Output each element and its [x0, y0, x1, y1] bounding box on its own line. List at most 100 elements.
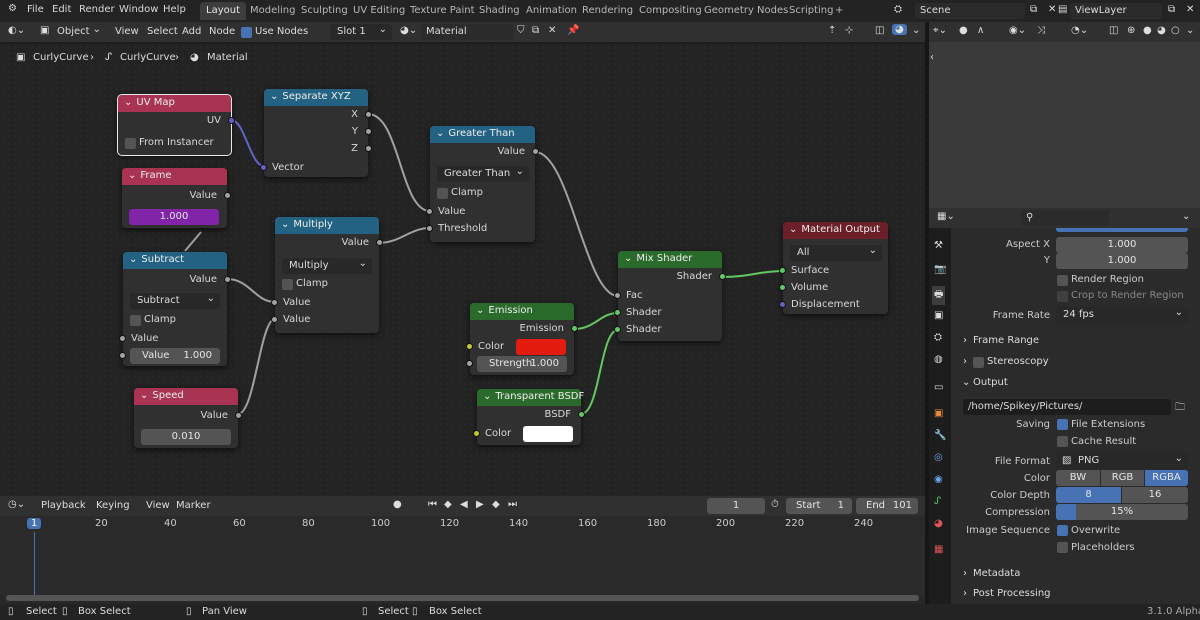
collapse-icon[interactable]: ⌄ — [483, 391, 491, 402]
menu-render[interactable]: Render — [79, 4, 115, 15]
collapse-icon[interactable]: ⌄ — [270, 91, 278, 102]
post-processing-chevron-icon[interactable]: › — [963, 588, 967, 599]
copy-viewlayer-icon[interactable]: ⧉ — [1168, 4, 1175, 15]
node-transparent-bsdf[interactable]: ⌄ Transparent BSDF BSDF Color — [473, 389, 585, 445]
aspect-x-field[interactable]: 1.000 — [1056, 237, 1188, 253]
material-shading-icon[interactable]: ◕ — [1157, 25, 1166, 36]
cache-result-checkbox[interactable] — [1057, 436, 1068, 447]
start-frame-field[interactable]: Start 1 — [786, 498, 852, 514]
color-bw-button[interactable]: BW — [1056, 470, 1100, 486]
input-socket-value-1[interactable] — [271, 299, 278, 306]
prev-keyframe-icon[interactable]: ◆ — [444, 499, 452, 510]
solid-shading-icon[interactable]: ● — [1143, 25, 1152, 36]
xray-icon[interactable]: ◫ — [1109, 25, 1118, 36]
editor-type-icon[interactable]: ▦⌄ — [937, 211, 955, 222]
close-viewlayer-icon[interactable]: ✕ — [1186, 4, 1194, 15]
current-frame-field[interactable]: 1 — [707, 498, 765, 514]
timeline-body[interactable] — [0, 532, 925, 596]
material-name-field[interactable]: Material — [421, 24, 513, 40]
node-subtract[interactable]: ⌄ Subtract Value Subtract Clamp Value Val… — [119, 252, 231, 366]
output-chevron-icon[interactable]: ⌄ — [962, 377, 970, 388]
node-material-output-header[interactable]: ⌄ Material Output — [783, 222, 888, 239]
output-tab-icon[interactable]: 🖶 — [932, 286, 946, 305]
output-socket-value[interactable] — [235, 412, 242, 419]
crop-region-checkbox[interactable] — [1057, 291, 1068, 302]
input-socket-displacement[interactable] — [779, 301, 786, 308]
output-socket-value[interactable] — [224, 276, 231, 283]
options-dropdown-icon[interactable]: ⌄ — [1182, 211, 1190, 222]
scene-icon[interactable]: ⛭ — [894, 4, 902, 15]
emission-color-swatch[interactable] — [516, 339, 566, 355]
blender-logo-icon[interactable]: ⚙ — [8, 3, 17, 14]
copy-scene-icon[interactable]: ⧉ — [1030, 4, 1037, 15]
menu-view[interactable]: View — [146, 500, 170, 511]
output-socket-bsdf[interactable] — [578, 411, 585, 418]
output-socket-x[interactable] — [365, 111, 372, 118]
node-subtract-header[interactable]: ⌄ Subtract — [123, 252, 227, 269]
stereoscopy-chevron-icon[interactable]: › — [963, 356, 967, 367]
transparent-color-swatch[interactable] — [523, 426, 573, 442]
editor-type-icon[interactable]: ◷⌄ — [8, 499, 25, 510]
input-socket-color[interactable] — [473, 430, 480, 437]
node-speed[interactable]: ⌄ Speed Value 0.010 — [134, 388, 242, 448]
timeline-scrollbar[interactable] — [6, 595, 919, 601]
menu-node[interactable]: Node — [209, 26, 235, 37]
compression-slider[interactable]: 15% — [1056, 504, 1188, 520]
record-icon[interactable]: ● — [393, 499, 402, 510]
next-keyframe-icon[interactable]: ◆ — [492, 499, 500, 510]
menu-playback[interactable]: Playback — [41, 500, 86, 511]
node-editor-canvas[interactable]: ▣ CurlyCurve › ᔑ CurlyCurve › ◕ Material… — [0, 44, 925, 496]
jump-end-icon[interactable]: ⏭ — [508, 499, 517, 510]
operation-dropdown[interactable]: Subtract — [130, 293, 220, 309]
node-speed-header[interactable]: ⌄ Speed — [134, 388, 238, 405]
collapse-icon[interactable]: ⌄ — [436, 128, 444, 139]
file-format-dropdown[interactable]: ▨ PNG — [1056, 453, 1188, 469]
collapse-icon[interactable]: ⌄ — [140, 390, 148, 401]
node-emission[interactable]: ⌄ Emission Emission Color Strength 1.000 — [466, 303, 578, 375]
collapse-icon[interactable]: ⌄ — [128, 170, 136, 181]
add-workspace-button[interactable]: + — [829, 2, 849, 20]
post-processing-section[interactable]: Post Processing — [973, 588, 1051, 599]
menu-help[interactable]: Help — [163, 4, 186, 15]
editor-type-icon[interactable]: ⌖⌄ — [933, 25, 947, 36]
viewlayer-icon[interactable]: ▤ — [1058, 4, 1067, 15]
texture-tab-icon[interactable]: ▦ — [934, 544, 943, 555]
stereoscopy-checkbox[interactable] — [973, 357, 984, 368]
output-socket-value[interactable] — [532, 148, 539, 155]
play-reverse-icon[interactable]: ◀ — [460, 499, 468, 510]
operation-dropdown[interactable]: Greater Than — [437, 166, 529, 182]
color-rgb-button[interactable]: RGB — [1101, 470, 1144, 486]
input-socket-volume[interactable] — [779, 284, 786, 291]
transform-pivot-icon[interactable]: ● — [959, 25, 968, 36]
collapse-icon[interactable]: ⌄ — [281, 219, 289, 230]
tool-tab-icon[interactable]: ⚒ — [934, 240, 943, 251]
parent-node-tree-icon[interactable]: ⇡ — [828, 25, 836, 36]
physics-tab-icon[interactable]: ◉ — [934, 474, 943, 485]
output-section[interactable]: Output — [973, 377, 1008, 388]
fake-user-shield-icon[interactable]: ⛉ — [517, 25, 525, 36]
collapse-icon[interactable]: ⌄ — [624, 253, 632, 264]
rendered-shading-icon[interactable]: ○ — [1171, 25, 1180, 36]
node-mix-shader-header[interactable]: ⌄ Mix Shader — [618, 251, 722, 268]
current-frame-marker[interactable]: 1 — [27, 518, 42, 529]
node-material-output[interactable]: ⌄ Material Output All Surface Volume Disp… — [779, 222, 888, 314]
tab-animation[interactable]: Animation — [520, 2, 583, 20]
object-data-tab-icon[interactable]: ᔑ — [934, 496, 941, 507]
placeholders-checkbox[interactable] — [1057, 542, 1068, 553]
viewport-preview[interactable] — [929, 42, 1200, 208]
visibility-icon[interactable]: ◉⌄ — [1009, 25, 1026, 36]
node-uv-map[interactable]: ⌄ UV Map UV From Instancer — [117, 94, 235, 156]
node-uv-map-header[interactable]: ⌄ UV Map — [118, 95, 231, 112]
output-socket-shader[interactable] — [719, 273, 726, 280]
material-sphere-icon[interactable]: ◕⌄ — [400, 25, 417, 36]
timeline-ruler[interactable]: 1 20 40 60 80 100 120 140 160 180 200 220 240 — [0, 516, 925, 532]
menu-view[interactable]: View — [115, 26, 139, 37]
tab-compositing[interactable]: Compositing — [633, 2, 708, 20]
node-separate-xyz[interactable]: ⌄ Separate XYZ X Y Z Vector — [260, 89, 372, 177]
tab-layout[interactable]: Layout — [200, 2, 246, 20]
input-socket-shader-1[interactable] — [614, 309, 621, 316]
input-socket-fac[interactable] — [614, 292, 621, 299]
collapse-icon[interactable]: ⌄ — [129, 254, 137, 265]
proportional-edit-icon[interactable]: ∧ — [977, 25, 984, 36]
value-2-field[interactable]: Value 1.000 — [130, 348, 220, 364]
